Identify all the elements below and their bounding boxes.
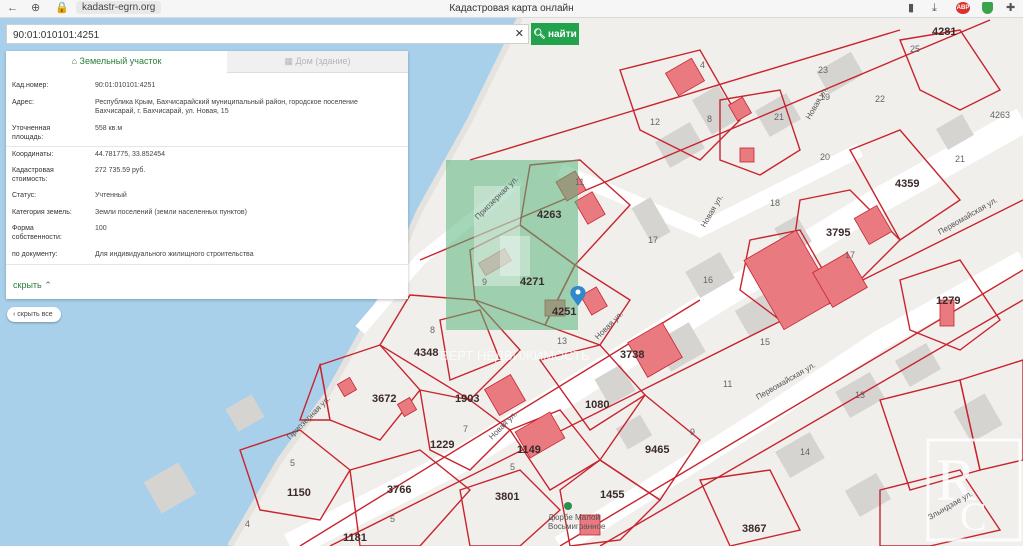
svg-text:23: 23 [818,65,828,75]
download-icon[interactable]: ⤓ [932,1,937,15]
svg-text:3672: 3672 [372,393,396,405]
svg-text:9465: 9465 [645,444,669,456]
search-icon: 🔍︎ [533,28,546,40]
svg-text:4263: 4263 [537,209,561,221]
search-button[interactable]: 🔍︎ найти [531,23,579,45]
search-input[interactable] [11,26,510,44]
bookmark-icon[interactable]: ▮ [908,1,914,15]
svg-text:17: 17 [845,250,855,260]
svg-text:1229: 1229 [430,439,454,451]
svg-text:1903: 1903 [455,393,479,405]
svg-text:8: 8 [430,325,435,335]
hide-link[interactable]: скрыть ⌃ [13,280,52,291]
svg-text:3795: 3795 [826,227,850,239]
svg-text:1455: 1455 [600,489,624,501]
svg-text:1181: 1181 [343,532,367,544]
svg-text:22: 22 [875,94,885,104]
svg-text:20: 20 [820,152,830,162]
svg-text:4348: 4348 [414,347,438,359]
svg-text:12: 12 [650,117,660,127]
clear-icon[interactable]: ✕ [515,27,524,41]
svg-text:21: 21 [774,112,784,122]
info-panel: ⌂︎ Земельный участок ▦ Дом (здание) Кад.… [6,51,408,299]
watermark-text: ВЕРТ НЕДВИЖИМОСТЬ [440,348,590,363]
shield-info-icon[interactable]: ⊕ [31,1,40,15]
svg-text:17: 17 [648,235,658,245]
lock-icon[interactable]: 🔒 [55,1,69,15]
svg-text:13: 13 [557,336,567,346]
svg-text:4271: 4271 [520,276,544,288]
svg-text:3867: 3867 [742,523,766,535]
svg-text:13: 13 [855,390,865,400]
svg-text:25: 25 [910,44,920,54]
puzzle-extension-icon[interactable]: ✚ [1006,1,1015,15]
search-box: ✕ [6,24,529,44]
tab-land-plot[interactable]: ⌂︎ Земельный участок [6,51,227,73]
svg-text:14: 14 [800,447,810,457]
svg-text:4281: 4281 [932,26,956,38]
land-plot-icon: ⌂︎ [71,56,80,66]
panel-tabs: ⌂︎ Земельный участок ▦ Дом (здание) [6,51,408,73]
poi-marker-icon [564,502,572,510]
svg-text:3738: 3738 [620,349,644,361]
svg-text:16: 16 [703,275,713,285]
svg-text:7: 7 [463,424,468,434]
svg-text:1150: 1150 [287,487,311,499]
svg-text:11: 11 [723,379,732,389]
hide-all-button[interactable]: ‹ скрыть все [7,307,61,322]
search-button-label: найти [547,28,577,40]
svg-text:11: 11 [575,177,584,187]
svg-text:18: 18 [770,198,780,208]
svg-text:1279: 1279 [936,295,960,307]
svg-text:5: 5 [290,458,295,468]
svg-text:1080: 1080 [585,399,609,411]
tab-house[interactable]: ▦ Дом (здание) [227,51,408,73]
svg-text:4263: 4263 [990,110,1010,120]
svg-text:1149: 1149 [517,444,541,456]
svg-text:3801: 3801 [495,491,519,503]
svg-text:3766: 3766 [387,484,411,496]
svg-text:15: 15 [760,337,770,347]
poi-label-2: Восьмигранное [548,522,606,531]
svg-text:8: 8 [707,114,712,124]
url-bar[interactable]: kadastr-egrn.org [76,1,162,14]
chevron-up-icon: ⌃ [44,280,52,290]
svg-text:5: 5 [390,514,395,524]
svg-text:4359: 4359 [895,178,919,190]
adblock-icon[interactable]: ABP [956,2,970,14]
svg-text:9: 9 [690,427,695,437]
svg-text:4: 4 [245,519,250,529]
security-shield-icon[interactable] [982,2,993,14]
svg-text:4251: 4251 [552,306,576,318]
back-arrow-icon[interactable]: ← [7,1,18,15]
svg-text:5: 5 [510,462,515,472]
browser-toolbar: ← ⊕ 🔒 kadastr-egrn.org Кадастровая карта… [0,0,1023,18]
poi-label: Дюрбе Малой [548,513,600,522]
svg-text:4: 4 [700,60,705,70]
svg-text:9: 9 [482,277,487,287]
svg-text:21: 21 [955,154,965,164]
building-icon: ▦ [284,56,296,66]
